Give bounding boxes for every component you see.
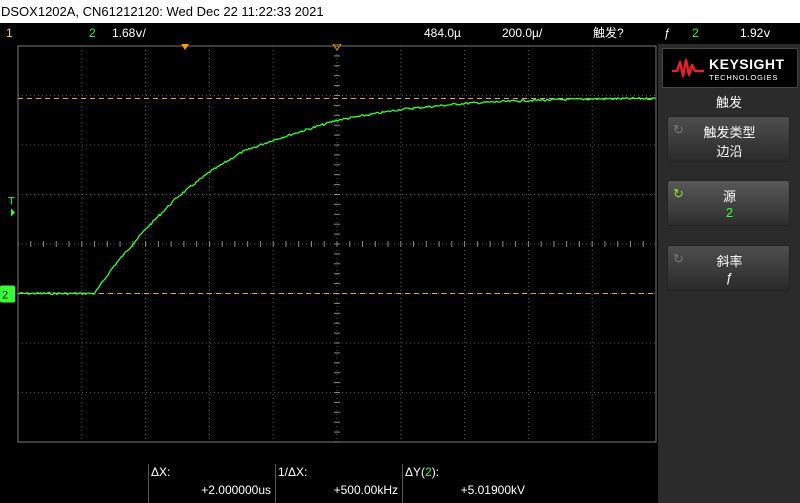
- softkey-value: 边沿: [716, 144, 743, 159]
- delta-x-value: +2.000000us: [201, 483, 271, 497]
- keysight-wave-icon: [672, 58, 704, 78]
- delta-y-label: ΔY(2):: [405, 465, 440, 479]
- channel-1-indicator[interactable]: 1: [6, 23, 13, 44]
- time-scale: 200.0µ/: [502, 26, 543, 40]
- delta-y-cell: ΔY(2): +5.01900kV: [402, 464, 529, 503]
- waveform-grid: T2: [0, 44, 657, 443]
- delta-x-label: ΔX:: [151, 465, 171, 479]
- channel-2-scale: 1.68ⅴ/: [112, 26, 146, 40]
- trigger-level: 1.92ⅴ: [740, 26, 771, 40]
- softkey-slope[interactable]: ↻ 斜率 ƒ: [667, 245, 790, 291]
- measurement-bar: ΔX: +2.000000us 1/ΔX: +500.00kHz ΔY(2): …: [0, 464, 658, 503]
- waveform-display[interactable]: T2: [0, 44, 658, 474]
- softkey-value: ƒ: [725, 270, 734, 285]
- menu-title: 触发: [715, 95, 742, 110]
- trigger-position-marker: [181, 44, 189, 50]
- trigger-state: 触发?: [593, 26, 624, 40]
- inverse-delta-x-cell: 1/ΔX: +500.00kHz: [275, 464, 402, 503]
- trigger-source: 2: [692, 26, 699, 40]
- softkey-label: 斜率: [716, 254, 743, 269]
- keysight-logo: KEYSIGHT TECHNOLOGIES: [662, 48, 798, 88]
- status-bar: 1 2 1.68ⅴ/ 484.0µ 200.0µ/ 触发? ƒ 2 1.92ⅴ: [0, 23, 800, 44]
- trigger-level-marker: T: [8, 196, 15, 208]
- trigger-level-arrow: [11, 208, 15, 217]
- brand-name: KEYSIGHT: [709, 56, 785, 72]
- softkey-trigger-type[interactable]: ↻ 触发类型 边沿: [667, 116, 790, 162]
- inverse-delta-x-label: 1/ΔX:: [278, 465, 308, 479]
- channel-2-waveform: [17, 96, 656, 296]
- softkey-label: 触发类型: [703, 125, 756, 140]
- delta-x-cell: ΔX: +2.000000us: [148, 464, 275, 503]
- trigger-slope-icon: ƒ: [664, 26, 671, 40]
- delta-y-value: +5.01900kV: [460, 483, 525, 497]
- softkey-panel: KEYSIGHT TECHNOLOGIES 触发 ↻ 触发类型 边沿 ↻ 源 2…: [658, 44, 800, 503]
- softkey-label: 源: [722, 189, 736, 204]
- softkey-source[interactable]: ↻ 源 2: [667, 180, 790, 226]
- channel-2-indicator[interactable]: 2: [89, 23, 96, 44]
- channel-2-ground-label: 2: [2, 290, 8, 302]
- brand-subtitle: TECHNOLOGIES: [709, 73, 779, 82]
- time-delay: 484.0µ: [424, 26, 461, 40]
- inverse-delta-x-value: +500.00kHz: [333, 483, 398, 497]
- window-title: DSOX1202A, CN61212120: Wed Dec 22 11:22:…: [0, 0, 800, 23]
- softkey-value: 2: [725, 205, 734, 220]
